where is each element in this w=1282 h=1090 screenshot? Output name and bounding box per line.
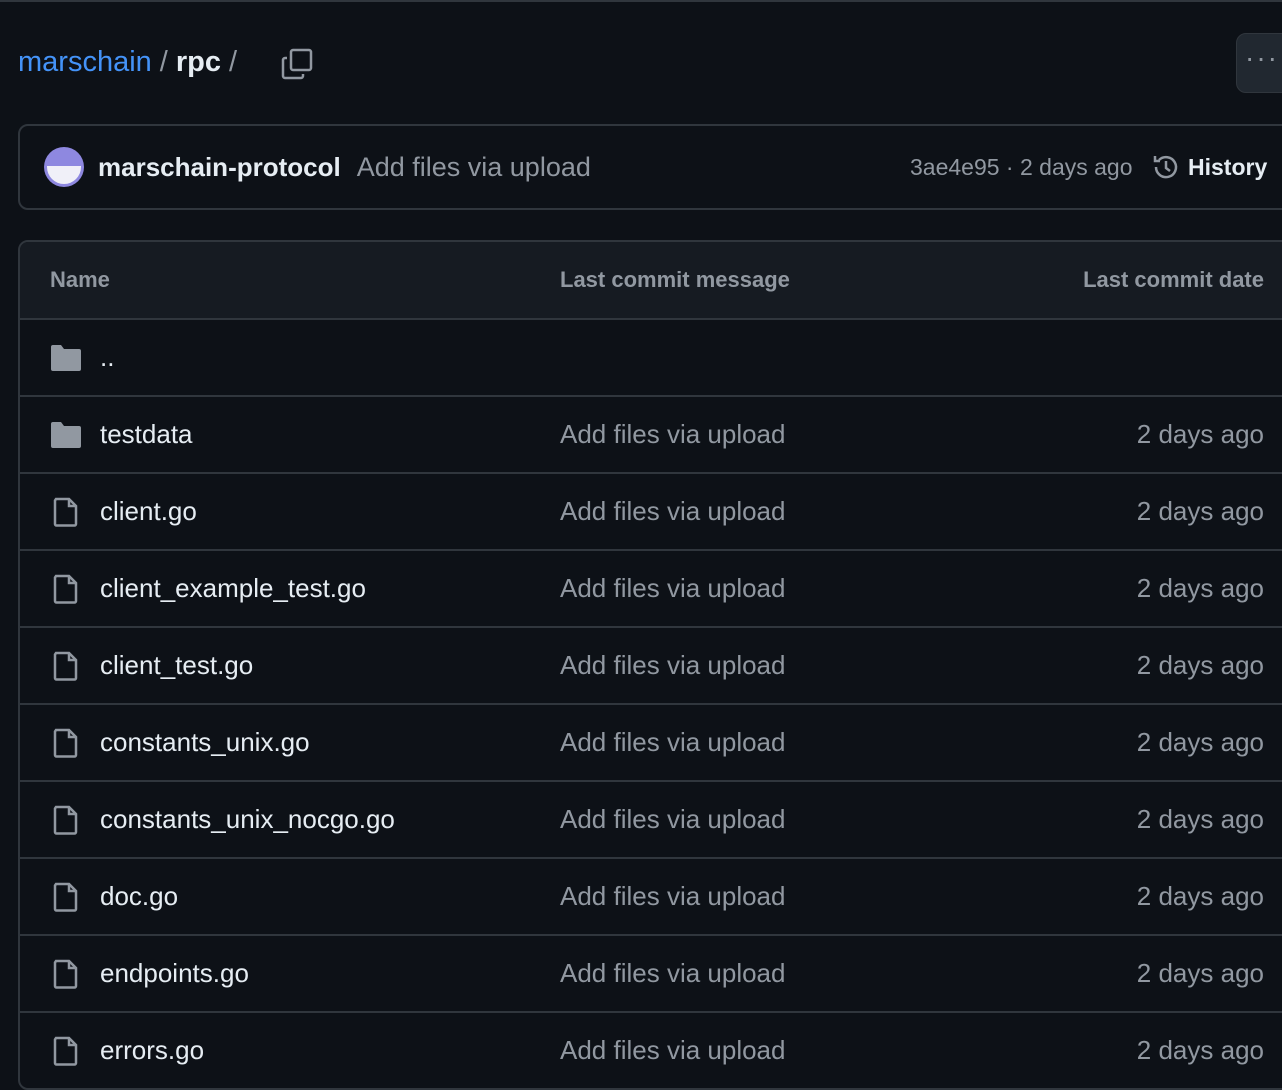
commit-date: 2 days ago xyxy=(1136,881,1264,911)
file-name-link[interactable]: errors.go xyxy=(100,1035,204,1066)
parent-directory-link[interactable]: .. xyxy=(100,342,114,373)
commit-date: 2 days ago xyxy=(1136,496,1264,526)
commit-message-link[interactable]: Add files via upload xyxy=(560,804,785,835)
file-name-link[interactable]: constants_unix_nocgo.go xyxy=(100,804,395,835)
file-icon xyxy=(53,805,78,835)
breadcrumb-separator: / xyxy=(228,46,238,78)
table-row[interactable]: errors.go Add files via upload 2 days ag… xyxy=(20,1011,1282,1088)
commit-message-link[interactable]: Add files via upload xyxy=(560,958,785,989)
file-name-link[interactable]: endpoints.go xyxy=(100,958,249,989)
commit-message[interactable]: Add files via upload xyxy=(357,152,591,183)
commit-message-link[interactable]: Add files via upload xyxy=(560,650,785,681)
commit-date: 2 days ago xyxy=(1136,650,1264,680)
file-icon xyxy=(53,728,78,758)
commit-date: 2 days ago xyxy=(1136,804,1264,834)
file-icon xyxy=(53,574,78,604)
file-icon xyxy=(53,651,78,681)
file-icon xyxy=(53,497,78,527)
table-row[interactable]: client_example_test.go Add files via upl… xyxy=(20,549,1282,626)
commit-author[interactable]: marschain-protocol xyxy=(98,152,341,183)
commit-message-link[interactable]: Add files via upload xyxy=(560,496,785,527)
avatar[interactable] xyxy=(44,147,84,187)
breadcrumb-current-dir: rpc xyxy=(175,46,221,78)
table-header: Name Last commit message Last commit dat… xyxy=(20,242,1282,318)
copy-path-icon[interactable] xyxy=(280,47,314,81)
folder-icon xyxy=(51,344,81,371)
file-icon xyxy=(53,882,78,912)
file-table: Name Last commit message Last commit dat… xyxy=(18,240,1282,1090)
table-row[interactable]: constants_unix_nocgo.go Add files via up… xyxy=(20,780,1282,857)
commit-date: 2 days ago xyxy=(1136,419,1264,449)
commit-message-link[interactable]: Add files via upload xyxy=(560,1035,785,1066)
history-label: History xyxy=(1188,153,1268,180)
table-row[interactable]: testdata Add files via upload 2 days ago xyxy=(20,395,1282,472)
latest-commit-bar: marschain-protocol Add files via upload … xyxy=(18,124,1282,210)
commit-date: 2 days ago xyxy=(1136,1035,1264,1065)
file-name-link[interactable]: doc.go xyxy=(100,881,178,912)
table-row[interactable]: client_test.go Add files via upload 2 da… xyxy=(20,626,1282,703)
commit-message-link[interactable]: Add files via upload xyxy=(560,573,785,604)
parent-directory-row[interactable]: .. xyxy=(20,318,1282,395)
commit-message-link[interactable]: Add files via upload xyxy=(560,419,785,450)
commit-date: 2 days ago xyxy=(1136,727,1264,757)
file-name-link[interactable]: client.go xyxy=(100,496,197,527)
file-icon xyxy=(53,959,78,989)
commit-date: 2 days ago xyxy=(1136,573,1264,603)
history-icon xyxy=(1153,155,1178,179)
header-message: Last commit message xyxy=(560,267,790,292)
breadcrumb-owner-link[interactable]: marschain xyxy=(18,46,152,79)
top-divider xyxy=(0,0,1282,2)
file-name-link[interactable]: constants_unix.go xyxy=(100,727,310,758)
commit-message-link[interactable]: Add files via upload xyxy=(560,727,785,758)
breadcrumb: marschain / rpc / xyxy=(18,46,237,79)
table-row[interactable]: endpoints.go Add files via upload 2 days… xyxy=(20,934,1282,1011)
header-name: Name xyxy=(50,267,110,292)
history-button[interactable]: History xyxy=(1150,151,1267,183)
commit-message-link[interactable]: Add files via upload xyxy=(560,881,785,912)
folder-icon xyxy=(51,421,81,448)
table-row[interactable]: doc.go Add files via upload 2 days ago xyxy=(20,857,1282,934)
table-row[interactable]: constants_unix.go Add files via upload 2… xyxy=(20,703,1282,780)
commit-sha-date[interactable]: 3ae4e95 · 2 days ago xyxy=(910,154,1133,181)
more-options-button[interactable]: ··· xyxy=(1236,33,1282,93)
file-name-link[interactable]: client_test.go xyxy=(100,650,253,681)
file-name-link[interactable]: testdata xyxy=(100,419,193,450)
file-icon xyxy=(53,1036,78,1066)
commit-date: 2 days ago xyxy=(1136,958,1264,988)
file-name-link[interactable]: client_example_test.go xyxy=(100,573,366,604)
breadcrumb-separator: / xyxy=(159,46,168,78)
header-date: Last commit date xyxy=(1083,267,1264,292)
table-row[interactable]: client.go Add files via upload 2 days ag… xyxy=(20,472,1282,549)
